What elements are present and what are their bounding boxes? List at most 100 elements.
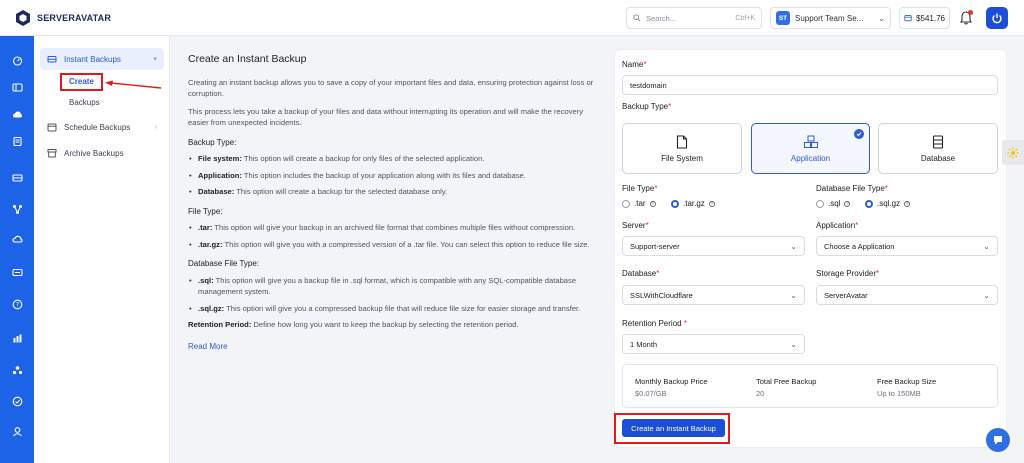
help-icon[interactable]: ? [10,297,24,311]
logo[interactable]: SERVERAVATAR [14,9,111,27]
team-selector[interactable]: ST Support Team Se... ⌄ [770,7,891,29]
intro-text-2: This process lets you take a backup of y… [188,106,584,128]
backup-type-application[interactable]: Application [751,123,870,174]
analytics-icon[interactable] [10,331,24,345]
team-icon[interactable] [10,363,24,377]
backups-submenu: Instant Backups ▾ [34,36,170,463]
submenu-backups[interactable]: Backups [69,98,100,107]
check-circle-icon[interactable] [10,394,24,408]
chevron-down-icon: ⌄ [878,13,885,23]
backup-icon[interactable] [10,170,24,184]
balance-amount: $541.76 [916,13,945,23]
calendar-icon [47,123,57,132]
backup-type-item: Database: This option will create a back… [188,186,598,198]
pricing-summary: Monthly Backup Price $0.07/GB Total Free … [622,364,998,408]
page-title: Create an Instant Backup [188,53,307,65]
server-label: Server* [622,221,649,230]
db-file-type-heading: Database File Type: [188,259,260,268]
brand-name: SERVERAVATAR [37,13,112,23]
backup-type-database[interactable]: Database [878,123,998,174]
info-icon: ? [708,200,715,207]
bell-icon[interactable] [958,10,974,26]
balance-badge[interactable]: $541.76 [899,7,950,29]
read-more-link[interactable]: Read More [188,341,228,353]
create-highlight-box [60,73,103,91]
chevron-down-icon: ▾ [153,56,157,63]
support-icon[interactable] [10,424,24,438]
backup-icon [47,56,57,63]
db-file-type-sql-radio[interactable]: .sql? [816,199,851,208]
backup-type-label: Backup Type* [622,102,672,111]
wallet-icon [904,15,912,22]
storage-provider-select[interactable]: ServerAvatar ⌄ [816,285,998,305]
monthly-price: Monthly Backup Price $0.07/GB [635,377,708,398]
chevron-down-icon: ⌄ [790,339,797,349]
description-panel: Create an Instant Backup Creating an ins… [188,53,598,353]
chevron-down-icon: ⌄ [790,290,797,300]
db-file-type-label: Database File Type* [816,184,888,193]
chevron-down-icon: ⌄ [983,290,990,300]
file-type-heading: File Type: [188,206,223,216]
submenu-instant-backups-label: Instant Backups [64,54,121,64]
files-icon[interactable] [10,134,24,148]
top-bar: SERVERAVATAR Search... Ctrl+K ST Support… [0,0,1024,36]
check-icon [854,129,864,139]
retention-period-select[interactable]: 1 Month ⌄ [622,334,805,354]
servers-icon[interactable] [10,80,24,94]
info-icon: ? [844,200,851,207]
submenu-schedule-backups-label: Schedule Backups [64,122,131,132]
name-input[interactable]: testdomain [622,75,998,95]
team-avatar: ST [776,11,790,25]
cloud-icon[interactable] [10,107,24,121]
storage-provider-label: Storage Provider* [816,269,880,278]
file-type-label: File Type* [622,184,658,193]
chevron-right-icon: › [154,123,157,131]
search-input[interactable]: Search... Ctrl+K [626,7,762,29]
cloud-sync-icon[interactable] [10,232,24,246]
network-icon[interactable] [10,202,24,216]
total-free-backup: Total Free Backup 20 [756,377,817,398]
pointer-arrow-icon [105,80,162,89]
submenu-archive-backups[interactable]: Archive Backups [40,142,164,164]
file-type-tar-radio[interactable]: .tar? [622,199,656,208]
search-icon [633,14,641,22]
name-label: Name* [622,60,647,69]
submenu-schedule-backups[interactable]: Schedule Backups › [40,116,164,138]
info-icon: ? [904,200,911,207]
chevron-down-icon: ⌄ [790,241,797,251]
application-select[interactable]: Choose a Application ⌄ [816,236,998,256]
team-name: Support Team Se... [795,13,864,23]
backup-type-item: File system: This option will create a b… [188,153,598,165]
file-type-item: .tar.gz: This option will give you with … [188,239,598,251]
database-select[interactable]: SSLWithCloudflare ⌄ [622,285,805,305]
chat-support-icon[interactable] [986,428,1010,452]
search-placeholder: Search... [646,13,677,23]
retention-description: Retention Period: Define how long you wa… [188,320,519,329]
submit-highlight-box [614,413,730,444]
dashboard-icon[interactable] [10,53,24,67]
database-icon [932,134,944,149]
db-file-type-item: .sql: This option will give you a backup… [188,275,598,298]
db-file-type-item: .sql.gz: This option will give you a com… [188,303,598,315]
accessibility-widget-icon[interactable] [1002,140,1024,165]
retention-period-label: Retention Period * [622,319,687,328]
submenu-instant-backups[interactable]: Instant Backups ▾ [40,48,164,70]
file-type-targz-radio[interactable]: .tar.gz? [671,199,715,208]
submenu-archive-backups-label: Archive Backups [64,148,124,158]
file-icon [676,134,688,149]
application-cubes-icon [803,135,818,148]
search-shortcut: Ctrl+K [735,14,755,22]
free-backup-size: Free Backup Size Up to 150MB [877,377,937,398]
backup-type-file-system[interactable]: File System [622,123,742,174]
server-select[interactable]: Support-server ⌄ [622,236,805,256]
database-label: Database* [622,269,660,278]
chevron-down-icon: ⌄ [983,241,990,251]
logo-icon [16,10,30,26]
notification-dot [968,10,973,15]
db-file-type-sqlgz-radio[interactable]: .sql.gz? [865,199,911,208]
billing-icon[interactable] [10,265,24,279]
backup-type-item: Application: This option includes the ba… [188,170,598,182]
power-icon[interactable] [986,7,1008,29]
file-type-item: .tar: This option will give your backup … [188,222,598,234]
svg-text:?: ? [15,301,18,308]
